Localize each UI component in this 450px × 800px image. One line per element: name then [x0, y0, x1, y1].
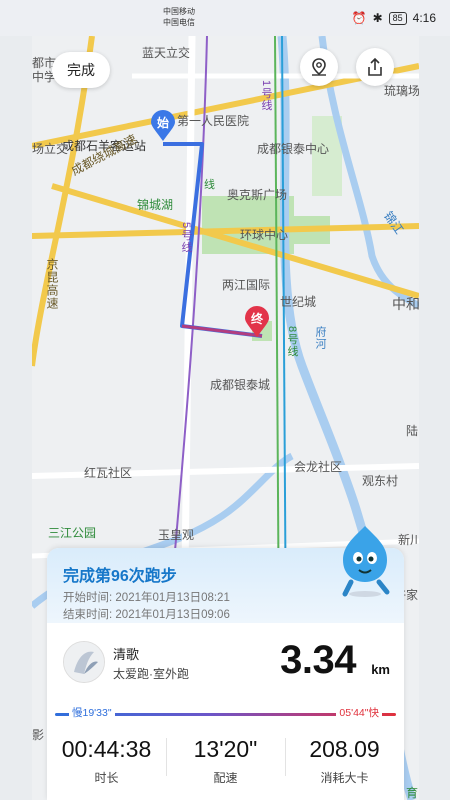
carrier-info: 中国移动 中国电信: [163, 6, 195, 28]
map-label: 场立交: [32, 142, 69, 156]
end-marker-label: 终: [250, 312, 263, 326]
map-label: 第一人民医院: [177, 114, 250, 128]
map-label: 5号线: [180, 222, 192, 254]
stat-pace: 13'20" 配速: [166, 732, 285, 792]
stat-label: 时长: [94, 771, 119, 785]
stat-value: 00:44:38: [61, 736, 152, 762]
pace-slow-label: 慢19'33": [69, 705, 115, 720]
map-label: 锦城湖: [137, 198, 174, 212]
map-label: 成都银泰城: [210, 378, 271, 392]
mascot-illustration: [333, 524, 397, 598]
clock: 4:16: [412, 11, 436, 25]
map-label: 新川之心: [398, 533, 419, 547]
end-marker[interactable]: 终: [244, 306, 270, 338]
share-button[interactable]: [356, 48, 394, 86]
bluetooth-icon: ✱: [372, 11, 383, 25]
stat-label: 消耗大卡: [320, 771, 369, 785]
pace-fast-label: 05'44"快: [336, 705, 382, 720]
map-label: 蓝天立交: [142, 46, 191, 60]
map-label: 会龙社区: [294, 460, 343, 474]
map-label: 中和: [392, 296, 419, 312]
map-label: 世纪城: [280, 295, 317, 309]
user-row: 清歌 太爱跑·室外跑 3.34 km: [47, 634, 404, 694]
map-label: 玉皇观: [158, 528, 195, 542]
alarm-icon: ⏰: [351, 11, 367, 25]
carrier-2: 中国电信: [163, 18, 195, 27]
map-label: 成都银泰中心: [257, 142, 330, 156]
avatar-image: [64, 642, 104, 682]
avatar[interactable]: [63, 641, 105, 683]
mascot-icon: [342, 526, 390, 597]
map-label: 观东村: [362, 474, 399, 488]
start-marker-label: 始: [156, 116, 169, 130]
battery-indicator: 85: [388, 11, 407, 25]
status-right: ⏰ ✱ 85 4:16: [352, 11, 436, 25]
map-pin-icon: [312, 58, 326, 76]
stats-row: 00:44:38 时长 13'20" 配速 208.09 消耗大卡: [47, 732, 404, 792]
map-label: 线: [204, 179, 215, 191]
map-label: 奥克斯广场: [227, 188, 288, 202]
map-label: 红瓦社区: [84, 466, 133, 480]
user-tags: 太爱跑·室外跑: [113, 667, 189, 681]
map-location-button[interactable]: [300, 48, 338, 86]
map-label: 8号线: [286, 326, 298, 358]
map-label: 环球中心: [240, 228, 289, 242]
distance-value: 3.34: [280, 638, 356, 682]
map-label: 京昆高速: [45, 258, 59, 310]
end-time-value: 2021年01月13日09:06: [115, 609, 230, 621]
stat-value: 13'20": [193, 736, 258, 762]
map-label: 影: [32, 728, 45, 742]
carrier-1: 中国移动: [163, 7, 195, 16]
end-time: 结束时间: 2021年01月13日09:06: [63, 608, 388, 622]
map-label: 育: [406, 786, 419, 800]
map-label: 琉璃场: [384, 84, 419, 98]
stat-label: 配速: [213, 771, 238, 785]
distance-unit: km: [371, 662, 390, 677]
end-time-label: 结束时间:: [63, 609, 113, 621]
stat-duration: 00:44:38 时长: [47, 732, 166, 792]
stat-value: 208.09: [309, 736, 380, 762]
map-label: 陆: [406, 424, 419, 438]
stat-calories: 208.09 消耗大卡: [285, 732, 404, 792]
share-icon: [368, 57, 382, 76]
start-marker[interactable]: 始: [150, 110, 176, 142]
map-label: 1号线: [260, 80, 272, 112]
start-time-label: 开始时间:: [63, 592, 113, 604]
start-time-value: 2021年01月13日08:21: [115, 592, 230, 604]
map-label: 两江国际: [222, 278, 271, 292]
status-bar: 中国移动 中国电信 ⏰ ✱ 85 4:16: [0, 0, 450, 36]
done-button[interactable]: 完成: [52, 52, 110, 88]
map-label: 三江公园: [48, 526, 97, 540]
user-name: 清歌: [113, 647, 140, 662]
map-label: 府河: [314, 326, 326, 350]
pace-gradient-bar: 慢19'33" 05'44"快: [55, 705, 396, 725]
